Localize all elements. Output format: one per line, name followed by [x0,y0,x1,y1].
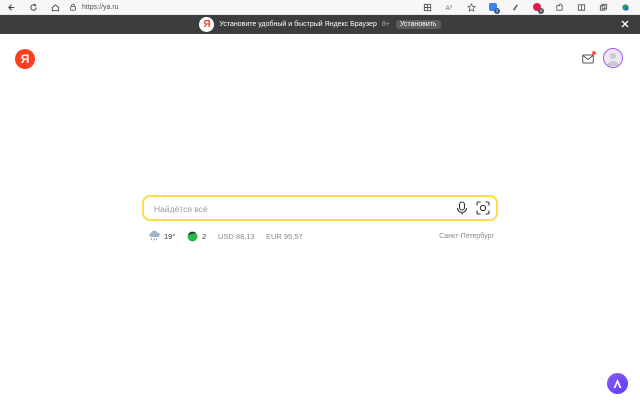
weather-informer[interactable]: 19° [148,229,175,243]
mail-notification-dot [592,51,596,55]
yandex-browser-logo-icon: Я [199,17,215,32]
traffic-score: 2 [202,231,207,241]
traffic-icon [187,231,198,241]
lock-icon[interactable] [66,3,80,11]
usd-rate[interactable]: USD 88,13 [218,229,255,243]
address-bar[interactable]: https://ya.ru [82,4,119,11]
eur-rate[interactable]: EUR 95,57 [266,229,303,243]
alice-assistant-button[interactable] [607,373,628,394]
collections-icon[interactable] [592,0,614,14]
extension-icon[interactable] [548,0,570,14]
back-icon[interactable] [0,0,22,14]
browser-toolbar: https://ya.ru A)) 2 3 [0,0,640,15]
install-banner: Я Установите удобный и быстрый Яндекс Бр… [0,15,640,34]
install-button[interactable]: Установить [395,20,441,29]
logo-letter: Я [20,52,30,66]
traffic-informer[interactable]: 2 [187,229,206,243]
home-icon[interactable] [44,0,66,14]
informers-row: 19° 2 USD 88,13 EUR 95,57 Санкт-Петербур… [148,229,494,243]
refresh-icon[interactable] [22,0,44,14]
extension-icon[interactable] [504,0,526,14]
weather-temperature: 19° [164,231,176,241]
banner-text: Установите удобный и быстрый Яндекс Брау… [219,21,377,28]
svg-text:)): )) [449,4,451,8]
copilot-icon[interactable] [614,0,636,14]
extension-icon[interactable]: 2 [482,0,504,14]
tab-grid-icon[interactable] [416,0,438,14]
city-name[interactable]: Санкт-Петербург [439,229,494,243]
extension-icon[interactable]: 3 [526,0,548,14]
avatar[interactable] [603,48,623,68]
banner-age-rating: 8+ [381,21,390,28]
read-aloud-icon[interactable]: A)) [438,0,460,14]
camera-search-icon[interactable] [476,201,490,215]
banner-logo-letter: Я [203,19,211,30]
rain-cloud-icon [149,230,160,241]
user-icon [607,53,619,66]
search-input[interactable] [152,201,446,217]
favorite-icon[interactable] [460,0,482,14]
close-icon[interactable] [620,19,630,29]
yandex-logo[interactable]: Я [15,49,35,69]
search-box[interactable] [142,195,498,221]
mail-icon[interactable] [582,54,594,64]
microphone-icon[interactable] [456,201,468,215]
alice-icon [613,379,622,388]
split-icon[interactable] [570,0,592,14]
